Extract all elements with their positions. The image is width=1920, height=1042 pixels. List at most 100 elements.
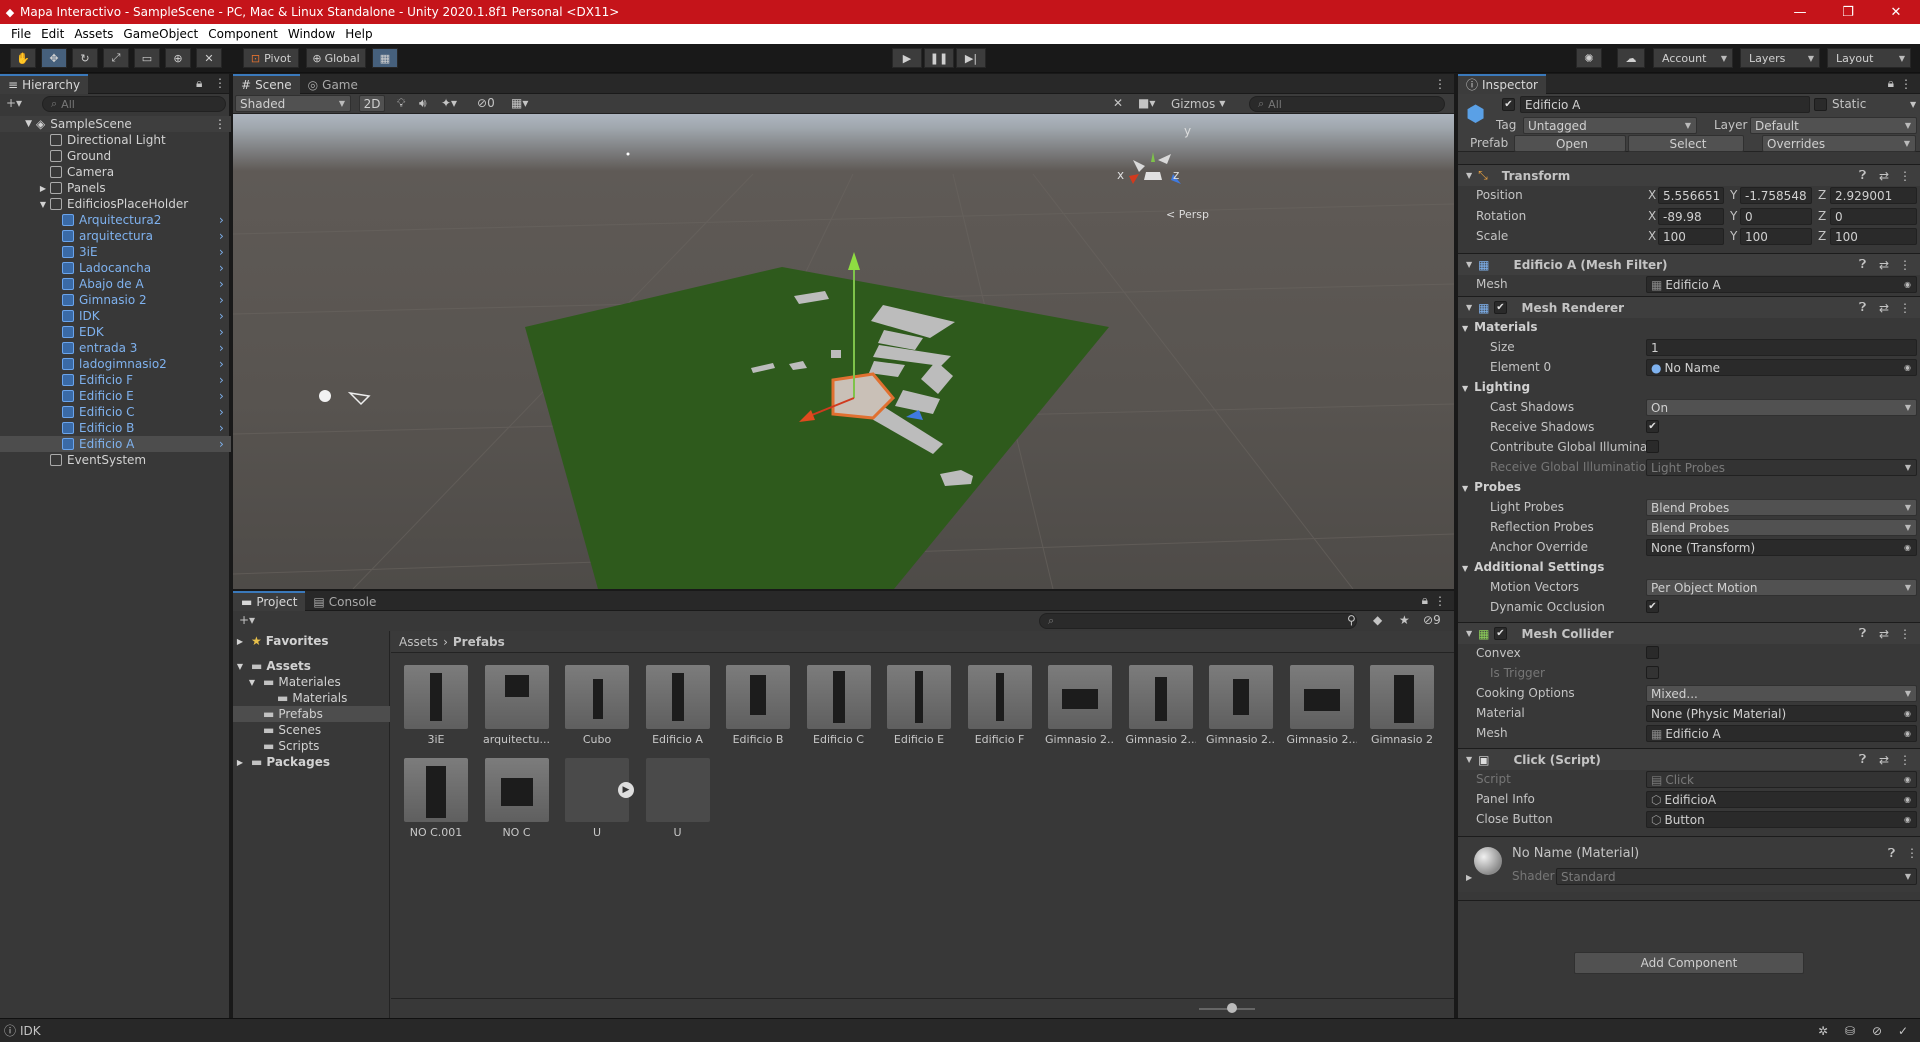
hierarchy-item[interactable]: ladogimnasio2 › [0,356,231,372]
hierarchy-item[interactable]: arquitectura › [0,228,231,244]
more-icon[interactable]: ⋮ [1899,753,1911,767]
menu-gameobject[interactable]: GameObject [118,27,203,41]
prefab-select-button[interactable]: Select [1628,135,1744,152]
persp-label[interactable]: < Persp [1166,208,1209,221]
gizmo-y-arrow[interactable] [848,252,860,270]
add-component-button[interactable]: Add Component [1574,952,1804,974]
menu-edit[interactable]: Edit [36,27,69,41]
cooking-options-dropdown[interactable]: Mixed... ▼ [1646,685,1917,702]
cast-shadows-dropdown[interactable]: On ▼ [1646,399,1917,416]
rect-tool-icon[interactable]: ▭ [134,48,160,68]
object-picker-icon[interactable]: ◉ [1904,729,1911,738]
2d-toggle[interactable]: 2D [359,95,385,112]
lock-icon[interactable]: 🔒︎ [1888,76,1894,91]
menu-component[interactable]: Component [203,27,283,41]
camera-icon[interactable]: ■▾ [1138,96,1155,110]
folder-prefabs[interactable]: ▬ Prefabs [233,706,390,722]
add-asset-icon[interactable]: +▾ [239,613,255,627]
grid-snap-icon[interactable]: ▦ [372,48,398,68]
more-icon[interactable]: ⋮ [1899,627,1911,641]
scene-render[interactable] [233,114,1454,589]
lock-icon[interactable]: 🔒︎ [1422,593,1428,608]
menu-window[interactable]: Window [283,27,340,41]
shader-dropdown[interactable]: Standard ▼ [1556,868,1917,885]
presets-icon[interactable]: ⇄ [1879,169,1889,183]
chevron-right-icon[interactable]: › [219,421,224,435]
chevron-right-icon[interactable]: › [219,293,224,307]
expand-arrow-icon[interactable]: ▼ [1462,384,1468,393]
tab-project[interactable]: ▬ Project [233,590,306,611]
hand-tool-icon[interactable]: ✋ [10,48,36,68]
chevron-right-icon[interactable]: › [219,309,224,323]
layers-dropdown[interactable]: Layers ▼ [1740,48,1820,68]
position-y-field[interactable]: -1.758548 [1740,187,1812,204]
chevron-right-icon[interactable]: › [219,261,224,275]
static-checkbox[interactable] [1814,98,1827,111]
step-icon[interactable]: ▶| [956,48,986,68]
asset-item[interactable]: 3iE [401,665,471,755]
object-name-field[interactable]: Edificio A [1520,96,1810,113]
hierarchy-item[interactable]: Edificio C › [0,404,231,420]
asset-item[interactable]: Cubo [562,665,632,755]
more-icon[interactable]: ⋮ [1434,594,1446,608]
more-icon[interactable]: ⋮ [214,117,226,131]
asset-item[interactable]: Gimnasio 2... [1126,665,1196,755]
breadcrumb-assets[interactable]: Assets [399,635,438,649]
expand-arrow-icon[interactable]: ▼ [0,200,50,209]
cloud-icon[interactable]: ☁ [1617,48,1645,68]
collab-icon[interactable]: ✺ [1576,48,1602,68]
hierarchy-item[interactable]: ▼ EdificiosPlaceHolder [0,196,231,212]
hierarchy-item[interactable]: Edificio B › [0,420,231,436]
asset-item[interactable]: Edificio E [884,665,954,755]
more-icon[interactable]: ⋮ [1899,169,1911,183]
search-by-label-icon[interactable]: ◆ [1373,613,1382,627]
tab-console[interactable]: ▤ Console [305,591,384,611]
grid-toggle-icon[interactable]: ▦▾ [511,96,528,110]
folder-assets[interactable]: ▼ ▬ Assets [233,658,390,674]
mesh-renderer-header[interactable]: ▼ ▦ ✔ Mesh Renderer ❓︎ ⇄ ⋮ [1458,296,1920,318]
scene-search-input[interactable]: ⌕ All [1249,96,1445,112]
shading-dropdown[interactable]: Shaded ▼ [235,95,351,112]
expand-prefab-icon[interactable]: ▶ [618,782,634,798]
transform-tool-icon[interactable]: ⊕ [165,48,191,68]
favorites-row[interactable]: ▶ ★ Favorites [233,633,390,649]
folder-materiales[interactable]: ▼ ▬ Materiales [233,674,390,690]
move-tool-icon[interactable]: ✥ [41,48,67,68]
asset-item[interactable]: Gimnasio 2... [1045,665,1115,755]
lock-icon[interactable]: 🔒︎ [196,76,202,91]
project-search-input[interactable]: ⌕ [1039,613,1357,629]
hierarchy-item[interactable]: Edificio F › [0,372,231,388]
chevron-down-icon[interactable]: ▼ [1910,100,1916,109]
expand-arrow-icon[interactable]: ▼ [1462,564,1468,573]
expand-arrow-icon[interactable]: ▶ [233,758,247,767]
probes-section[interactable]: ▼ Probes [1462,480,1521,494]
materials-size-field[interactable]: 1 [1646,339,1917,356]
expand-arrow-icon[interactable]: ▶ [233,637,247,646]
audio-icon[interactable]: 🔊︎ [419,96,427,111]
expand-arrow-icon[interactable]: ▼ [1462,324,1468,333]
more-icon[interactable]: ⋮ [1906,846,1918,860]
expand-arrow-icon[interactable]: ▼ [1462,484,1468,493]
presets-icon[interactable]: ⇄ [1879,258,1889,272]
expand-arrow-icon[interactable]: ▼ [1466,629,1472,638]
rotation-x-field[interactable]: -89.98 [1658,208,1724,225]
scale-z-field[interactable]: 100 [1830,228,1917,245]
tab-scene[interactable]: # Scene [233,73,300,94]
expand-arrow-icon[interactable]: ▼ [1466,260,1472,269]
tab-game[interactable]: ◎ Game [300,74,366,94]
hierarchy-item[interactable]: Edificio A › [0,436,231,452]
expand-arrow-icon[interactable]: ▼ [233,662,247,671]
mesh-collider-enabled-checkbox[interactable]: ✔ [1494,627,1507,640]
add-icon[interactable]: +▾ [6,96,22,110]
hierarchy-item[interactable]: Ground [0,148,231,164]
object-picker-icon[interactable]: ◉ [1904,815,1911,824]
tools-icon[interactable]: ✕ [1113,96,1123,110]
receive-shadows-checkbox[interactable]: ✔ [1646,420,1659,433]
asset-item[interactable]: ▶ U [562,758,634,848]
folder-materials[interactable]: ▬ Materials [233,690,390,706]
hierarchy-item[interactable]: EDK › [0,324,231,340]
debug-icon[interactable]: ✲ [1818,1024,1828,1038]
tag-dropdown[interactable]: Untagged ▼ [1523,117,1697,134]
chevron-right-icon[interactable]: › [219,373,224,387]
expand-arrow-icon[interactable]: ▶ [0,184,50,193]
